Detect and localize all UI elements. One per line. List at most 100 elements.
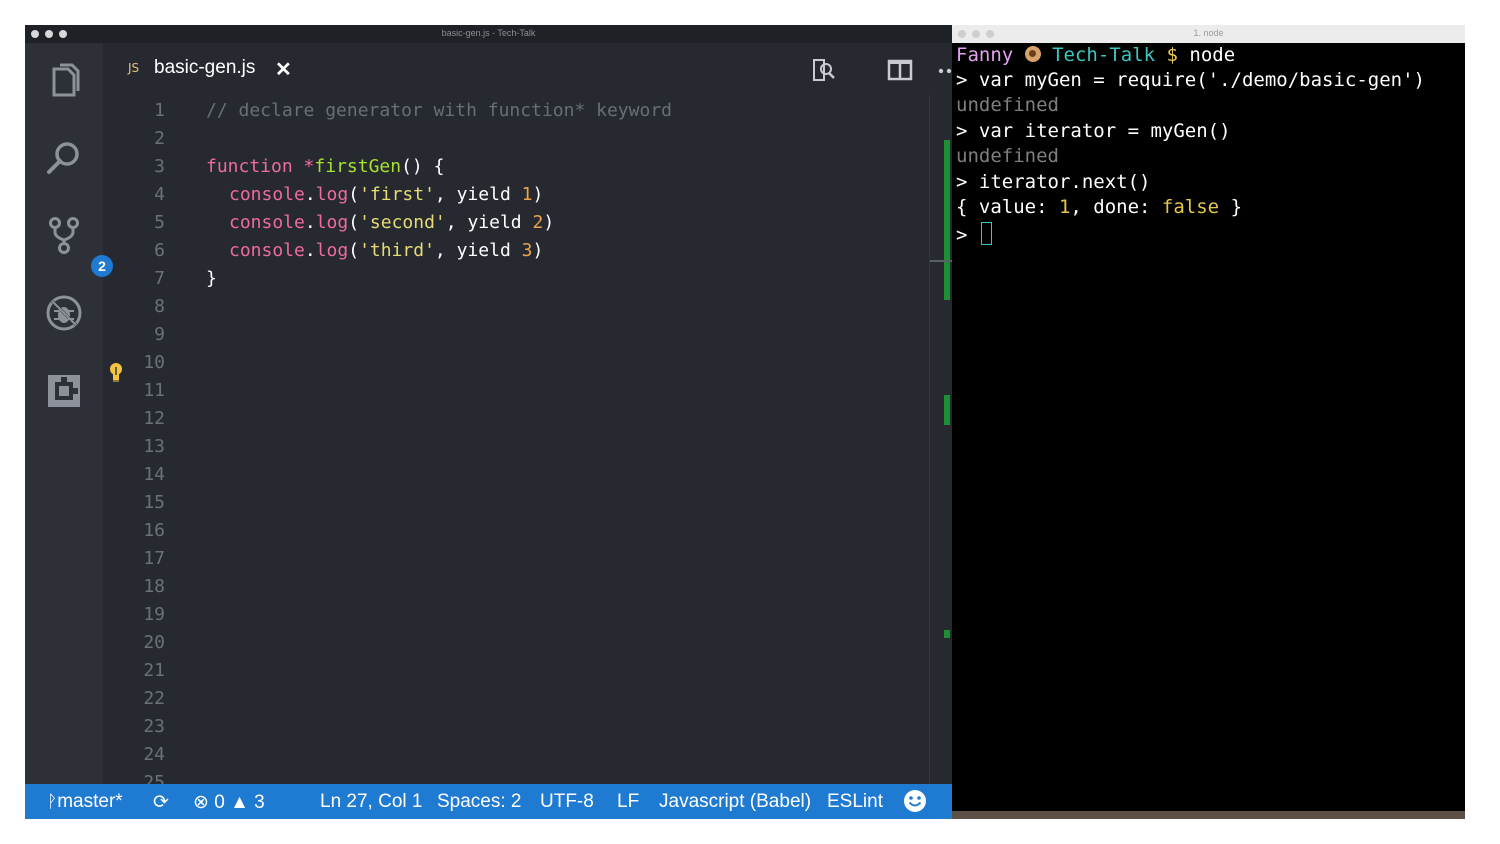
error-count: 0	[214, 792, 225, 813]
line-number: 9	[154, 324, 165, 345]
indentation-status[interactable]: Spaces: 2	[437, 791, 522, 813]
encoding-status[interactable]: UTF-8	[540, 791, 594, 813]
code-yield: , yield	[445, 212, 533, 233]
prompt-emoji-icon	[1024, 46, 1041, 62]
line-number: 13	[143, 436, 165, 457]
language-mode[interactable]: Javascript (Babel)	[659, 791, 811, 813]
code-yield: , yield	[434, 184, 522, 205]
terminal-title: 1. node	[1193, 28, 1224, 38]
code-number: 2	[532, 212, 544, 233]
line-number: 14	[143, 464, 165, 485]
terminal-window: 1. node Fanny Tech-Talk $ node > var myG…	[952, 25, 1465, 819]
error-icon: ⊗	[193, 792, 209, 813]
code-number: 3	[521, 240, 533, 261]
tab-label: basic-gen.js	[154, 57, 256, 78]
line-number: 19	[143, 604, 165, 625]
branch-name: master*	[57, 791, 123, 812]
warning-count: 3	[254, 792, 265, 813]
code-object: console	[229, 212, 305, 233]
line-number: 18	[143, 576, 165, 597]
repl-output-line: { value: 1, done: false }	[956, 196, 1242, 218]
cursor-position[interactable]: Ln 27, Col 1	[320, 791, 422, 813]
line-number: 16	[143, 520, 165, 541]
line-number: 6	[154, 240, 165, 261]
repl-prompt-line[interactable]: >	[956, 222, 992, 246]
diff-added-marker	[944, 630, 950, 638]
source-control-icon[interactable]	[44, 215, 84, 255]
code-method: log	[315, 212, 349, 233]
line-number: 10	[143, 352, 165, 373]
diff-added-marker	[944, 395, 950, 425]
code-string: 'second'	[359, 212, 446, 233]
activity-bar: 2	[25, 43, 113, 784]
scroll-thumb[interactable]	[930, 260, 953, 262]
line-number: 17	[143, 548, 165, 569]
object-open: { value:	[956, 196, 1059, 218]
vscode-window: basic-gen.js - Tech-Talk 2 JS basic-gen.…	[25, 25, 960, 819]
line-number: 8	[154, 296, 165, 317]
branch-status[interactable]: ᚹmaster*	[47, 791, 123, 813]
code-string: 'third'	[359, 240, 435, 261]
tab-basic-gen[interactable]: JS basic-gen.js ✕	[103, 43, 299, 95]
desktop-background-strip	[952, 811, 1465, 819]
extensions-icon[interactable]	[44, 371, 84, 411]
repl-input-line: > iterator.next()	[956, 171, 1151, 193]
split-editor-icon[interactable]	[887, 57, 913, 83]
line-number: 24	[143, 744, 165, 765]
code-line-5: console.log('second', yield 2)	[229, 212, 554, 233]
problems-status[interactable]: ⊗ 0 ▲ 3	[193, 791, 265, 814]
prompt-dollar: $	[1166, 44, 1178, 66]
line-number-gutter: 1 2 3 4 5 6 7 8 9 10 11 12 13 14 15 16 17 18 19 20 21 22 23 24 2…	[103, 95, 183, 786]
code-dot: .	[304, 184, 316, 205]
prompt-user: Fanny	[956, 44, 1014, 66]
eslint-status[interactable]: ESLint	[827, 791, 883, 813]
object-close: }	[1219, 196, 1243, 218]
object-done: false	[1161, 196, 1220, 218]
git-branch-icon: ᚹ	[47, 792, 58, 811]
explorer-icon[interactable]	[44, 61, 84, 101]
object-value: 1	[1058, 196, 1071, 218]
line-number: 15	[143, 492, 165, 513]
code-paren: )	[543, 212, 555, 233]
eol-status[interactable]: LF	[617, 791, 639, 813]
object-mid: , done:	[1070, 196, 1162, 218]
code-paren: )	[532, 184, 544, 205]
code-keyword: function	[206, 156, 293, 177]
tab-bar: JS basic-gen.js ✕	[103, 43, 960, 95]
open-preview-icon[interactable]	[811, 57, 837, 83]
repl-prompt: >	[956, 224, 979, 246]
line-number: 5	[154, 212, 165, 233]
code-paren: (	[348, 212, 360, 233]
code-paren: (	[348, 184, 360, 205]
code-number: 1	[521, 184, 533, 205]
code-yield: , yield	[434, 240, 522, 261]
code-string: 'first'	[359, 184, 435, 205]
line-number: 22	[143, 688, 165, 709]
repl-output-line: undefined	[956, 94, 1059, 116]
code-closing-brace: }	[206, 268, 217, 289]
search-icon[interactable]	[44, 138, 84, 178]
prompt-line: Fanny Tech-Talk $ node	[956, 44, 1235, 66]
code-comment: // declare generator with function* keyw…	[206, 100, 672, 121]
code-editor[interactable]: // declare generator with function* keyw…	[183, 95, 931, 784]
code-dot: .	[304, 240, 316, 261]
code-object: console	[229, 240, 305, 261]
code-generator-star: *	[292, 156, 315, 177]
line-number: 20	[143, 632, 165, 653]
line-number: 4	[154, 184, 165, 205]
sync-icon[interactable]: ⟳	[153, 791, 169, 814]
editor-scrollbar[interactable]	[929, 95, 953, 784]
line-number: 7	[154, 268, 165, 289]
close-tab-icon[interactable]: ✕	[275, 57, 292, 82]
javascript-file-icon: JS	[128, 61, 140, 75]
repl-output-line: undefined	[956, 145, 1059, 167]
status-bar: ᚹmaster* ⟳ ⊗ 0 ▲ 3 Ln 27, Col 1 Spaces: …	[25, 784, 952, 819]
line-number: 11	[143, 380, 165, 401]
code-object: console	[229, 184, 305, 205]
feedback-smiley-icon[interactable]	[903, 789, 927, 819]
debug-icon[interactable]	[44, 293, 84, 333]
line-number: 3	[154, 156, 165, 177]
prompt-command: node	[1189, 44, 1236, 66]
vscode-titlebar: basic-gen.js - Tech-Talk	[25, 25, 952, 43]
prompt-directory: Tech-Talk	[1052, 44, 1156, 66]
